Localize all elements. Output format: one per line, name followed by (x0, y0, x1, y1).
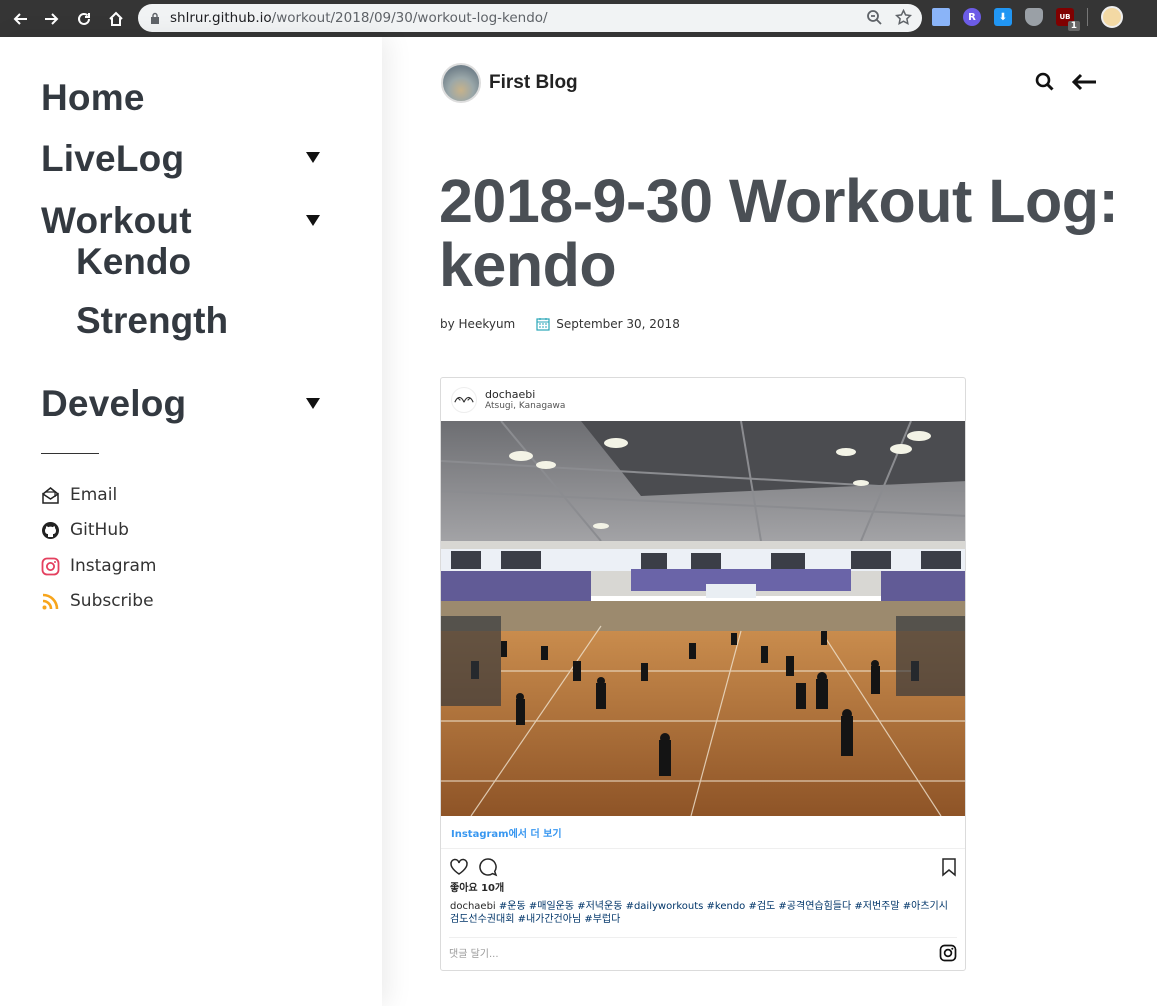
subscribe-label: Subscribe (70, 591, 154, 611)
instagram-header: dochaebi Atsugi, Kanagawa (441, 378, 965, 421)
post-author: by Heekyum (440, 317, 516, 331)
url-path: /workout/2018/09/30/workout-log-kendo/ (271, 10, 548, 26)
reload-icon[interactable] (68, 0, 100, 37)
github-icon (42, 521, 59, 539)
social-link-github[interactable]: GitHub (41, 520, 129, 540)
instagram-caption: dochaebi #운동 #매일운동 #저녁운동 #dailyworkouts … (441, 893, 965, 937)
ublock-label: UB (1059, 13, 1071, 21)
url-host: shlrur.github.io (170, 10, 272, 26)
sidebar-divider (41, 453, 99, 454)
heart-icon[interactable] (449, 857, 469, 877)
instagram-username[interactable]: dochaebi (485, 388, 565, 401)
post-date: September 30, 2018 (556, 317, 680, 331)
social-link-subscribe[interactable]: Subscribe (41, 591, 154, 611)
instagram-comment-bar: 댓글 달기... (449, 937, 957, 967)
email-label: Email (70, 485, 118, 505)
post-title: 2018-9-30 Workout Log: kendo (439, 167, 1119, 299)
instagram-logo-icon[interactable] (939, 944, 957, 962)
ublock-badge: 1 (1067, 21, 1080, 31)
browser-toolbar: shlrur.github.io/workout/2018/09/30/work… (0, 0, 1157, 37)
brand-avatar (441, 63, 481, 103)
search-icon[interactable] (1034, 71, 1056, 93)
instagram-location[interactable]: Atsugi, Kanagawa (485, 401, 565, 411)
ublock-extension-icon[interactable]: UB 1 (1056, 8, 1080, 31)
calendar-icon (536, 318, 550, 331)
instagram-caption-tags[interactable]: #운동 #매일운동 #저녁운동 #dailyworkouts #kendo #검… (450, 901, 948, 925)
sidebar-item-home[interactable]: Home (41, 77, 145, 119)
develog-chevron-down-icon[interactable] (306, 398, 320, 409)
comment-icon[interactable] (478, 857, 498, 877)
post-meta: by Heekyum September 30, 2018 (440, 317, 680, 331)
profile-avatar-icon[interactable] (1101, 6, 1123, 28)
back-arrow-icon[interactable] (1070, 71, 1098, 93)
livelog-chevron-down-icon[interactable] (306, 152, 320, 163)
workout-chevron-down-icon[interactable] (306, 215, 320, 226)
sidebar-item-develog[interactable]: Develog (41, 383, 186, 425)
instagram-embed: dochaebi Atsugi, Kanagawa Instagram에서 더 … (440, 377, 966, 971)
download-extension-icon[interactable]: ⬇ (994, 8, 1012, 26)
social-link-email[interactable]: Email (41, 485, 117, 505)
instagram-avatar[interactable] (451, 386, 477, 413)
instagram-comment-input[interactable]: 댓글 달기... (449, 945, 499, 960)
instagram-label: Instagram (70, 556, 157, 576)
bookmark-star-icon[interactable] (895, 9, 912, 26)
instagram-caption-user[interactable]: dochaebi (450, 901, 496, 912)
brand-title: First Blog (489, 72, 578, 93)
sidebar-item-workout[interactable]: Workout (41, 200, 192, 242)
sidebar-subitem-strength[interactable]: Strength (76, 300, 228, 342)
lock-icon (151, 12, 159, 24)
bookmark-icon[interactable] (939, 857, 959, 877)
sidebar-item-livelog[interactable]: LiveLog (41, 138, 184, 180)
main-content: First Blog 2018-9-30 Workout Log: kendo … (382, 37, 1157, 1006)
address-bar[interactable]: shlrur.github.io/workout/2018/09/30/work… (138, 4, 922, 32)
site-brand[interactable]: First Blog (441, 63, 578, 103)
instagram-actions (441, 849, 965, 879)
instagram-view-more-link[interactable]: Instagram에서 더 보기 (441, 816, 965, 849)
email-icon (42, 486, 59, 504)
sidebar: Home LiveLog Workout Kendo Strength Deve… (0, 37, 382, 1006)
back-icon[interactable] (4, 0, 36, 37)
extension-r-icon[interactable]: R (963, 8, 981, 26)
instagram-likes: 좋아요 10개 (450, 883, 505, 894)
folder-extension-icon[interactable] (932, 8, 950, 26)
github-label: GitHub (70, 520, 129, 540)
instagram-icon (41, 557, 60, 575)
zoom-icon[interactable] (866, 9, 883, 26)
shield-extension-icon[interactable] (1025, 8, 1043, 26)
social-link-instagram[interactable]: Instagram (41, 556, 157, 576)
forward-icon[interactable] (36, 0, 68, 37)
sidebar-subitem-kendo[interactable]: Kendo (76, 241, 191, 283)
toolbar-separator (1087, 8, 1088, 26)
rss-icon (42, 593, 59, 609)
home-icon[interactable] (100, 0, 132, 37)
extension-r-label: R (968, 11, 976, 23)
instagram-photo[interactable] (441, 421, 966, 816)
